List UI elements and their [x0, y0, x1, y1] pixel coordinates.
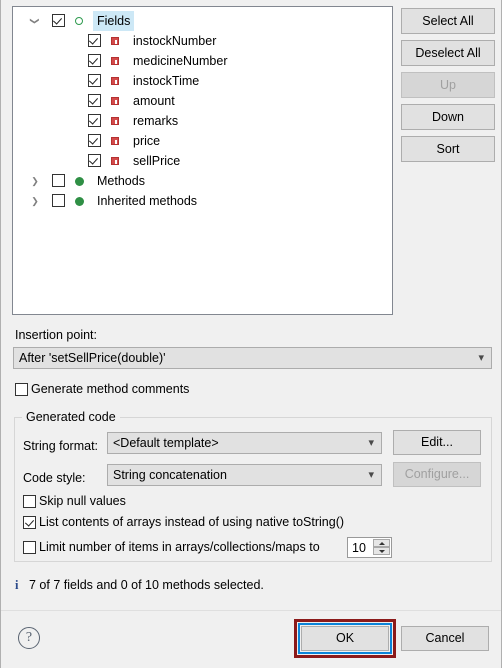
- tree-row-checkbox[interactable]: [52, 174, 65, 187]
- tree-row[interactable]: price: [13, 131, 392, 151]
- configure-button-label: Configure...: [404, 467, 470, 482]
- button-label: Select All: [422, 13, 474, 28]
- code-style-value: String concatenation: [113, 468, 227, 482]
- ok-button[interactable]: OK: [301, 626, 389, 651]
- code-style-combobox[interactable]: String concatenation ▾: [107, 464, 382, 486]
- chevron-right-icon[interactable]: ❯: [27, 191, 43, 211]
- checkbox-box: [23, 516, 36, 529]
- tree-row-label: Inherited methods: [97, 194, 198, 208]
- tree-row[interactable]: instockTime: [13, 71, 392, 91]
- tree-row-checkbox[interactable]: [52, 194, 65, 207]
- configure-button[interactable]: Configure...: [393, 462, 481, 487]
- string-format-combobox[interactable]: <Default template> ▾: [107, 432, 382, 454]
- tree-row-label: price: [133, 134, 161, 148]
- button-label: Down: [432, 109, 464, 124]
- circle-filled-green-icon: [75, 197, 84, 206]
- chevron-right-icon[interactable]: ❯: [27, 171, 43, 191]
- limit-items-spinner[interactable]: 10: [347, 537, 392, 558]
- limit-items-value: 10: [352, 541, 366, 555]
- tree-row[interactable]: ❯ Fields: [13, 11, 392, 31]
- up-button[interactable]: Up: [401, 72, 495, 98]
- button-label: Up: [440, 77, 456, 92]
- field-square-red-icon: [111, 57, 119, 65]
- tree-row[interactable]: ❯ Methods: [13, 171, 392, 191]
- members-tree-panel[interactable]: ❯ Fields instockNumber medicineNumber instoc…: [12, 6, 393, 315]
- tree-row-label: amount: [133, 94, 175, 108]
- button-label: Sort: [436, 141, 460, 156]
- tree-row[interactable]: sellPrice: [13, 151, 392, 171]
- caret-down-icon: [379, 550, 385, 553]
- caret-up-icon: [379, 542, 385, 545]
- tree-row-checkbox[interactable]: [88, 154, 101, 167]
- field-square-red-icon: [111, 137, 119, 145]
- checkbox-box: [15, 383, 28, 396]
- tree-row-checkbox[interactable]: [88, 134, 101, 147]
- circle-outline-green-icon: [75, 17, 83, 25]
- insertion-point-value: After 'setSellPrice(double)': [19, 351, 166, 365]
- ok-button-label: OK: [335, 631, 355, 646]
- tree-row-label: Fields: [93, 11, 135, 31]
- tree-row-label: instockNumber: [133, 34, 217, 48]
- status-text: 7 of 7 fields and 0 of 10 methods select…: [29, 578, 264, 592]
- down-button[interactable]: Down: [401, 104, 495, 130]
- tree-row-checkbox[interactable]: [88, 34, 101, 47]
- select-all-button[interactable]: Select All: [401, 8, 495, 34]
- spinner-down-button[interactable]: [373, 547, 390, 555]
- spinner-up-button[interactable]: [373, 539, 390, 547]
- chevron-down-icon[interactable]: ❯: [25, 13, 45, 29]
- cancel-button-label: Cancel: [425, 631, 465, 646]
- insertion-point-combobox[interactable]: After 'setSellPrice(double)' ▾: [13, 347, 492, 369]
- generate-tostring-dialog: ❯ Fields instockNumber medicineNumber instoc…: [0, 0, 502, 668]
- edit-button[interactable]: Edit...: [393, 430, 481, 455]
- tree-row-label: medicineNumber: [133, 54, 228, 68]
- list-array-contents-label: List contents of arrays instead of using…: [39, 515, 345, 529]
- tree-row-checkbox[interactable]: [88, 114, 101, 127]
- button-label: Deselect All: [415, 45, 481, 60]
- tree-row[interactable]: medicineNumber: [13, 51, 392, 71]
- string-format-label: String format:: [23, 439, 99, 453]
- checkbox-box: [23, 495, 36, 508]
- field-square-red-icon: [111, 97, 119, 105]
- tree-row-label: remarks: [133, 114, 179, 128]
- deselect-all-button[interactable]: Deselect All: [401, 40, 495, 66]
- tree-action-buttons: Select All Deselect All Up Down Sort: [401, 8, 495, 168]
- checkbox-box: [23, 541, 36, 554]
- help-icon[interactable]: ?: [18, 627, 40, 649]
- field-square-red-icon: [111, 157, 119, 165]
- tree-row[interactable]: instockNumber: [13, 31, 392, 51]
- edit-button-label: Edit...: [421, 435, 453, 450]
- field-square-red-icon: [111, 37, 119, 45]
- chevron-down-icon: ▾: [368, 437, 374, 449]
- tree-row[interactable]: ❯ Inherited methods: [13, 191, 392, 211]
- string-format-value: <Default template>: [113, 436, 219, 450]
- chevron-down-icon: ▾: [478, 352, 484, 364]
- field-square-red-icon: [111, 117, 119, 125]
- tree-row-checkbox[interactable]: [88, 94, 101, 107]
- tree-row-label: sellPrice: [133, 154, 181, 168]
- tree-row-label: instockTime: [133, 74, 200, 88]
- circle-filled-green-icon: [75, 177, 84, 186]
- tree-row[interactable]: remarks: [13, 111, 392, 131]
- footer-separator: [1, 610, 501, 611]
- tree-row-checkbox[interactable]: [52, 14, 65, 27]
- limit-items-label: Limit number of items in arrays/collecti…: [39, 540, 320, 554]
- field-square-red-icon: [111, 77, 119, 85]
- info-icon: i: [15, 578, 19, 592]
- tree-row-checkbox[interactable]: [88, 74, 101, 87]
- tree-row-checkbox[interactable]: [88, 54, 101, 67]
- tree-row[interactable]: amount: [13, 91, 392, 111]
- cancel-button[interactable]: Cancel: [401, 626, 489, 651]
- code-style-label: Code style:: [23, 471, 86, 485]
- chevron-down-icon: ▾: [368, 469, 374, 481]
- skip-null-values-label: Skip null values: [39, 494, 126, 508]
- generate-method-comments-label: Generate method comments: [31, 382, 190, 396]
- tree-row-label: Methods: [97, 174, 145, 188]
- generated-code-group-title: Generated code: [22, 410, 120, 424]
- spinner-buttons: [373, 539, 390, 556]
- sort-button[interactable]: Sort: [401, 136, 495, 162]
- insertion-point-label: Insertion point:: [15, 328, 97, 342]
